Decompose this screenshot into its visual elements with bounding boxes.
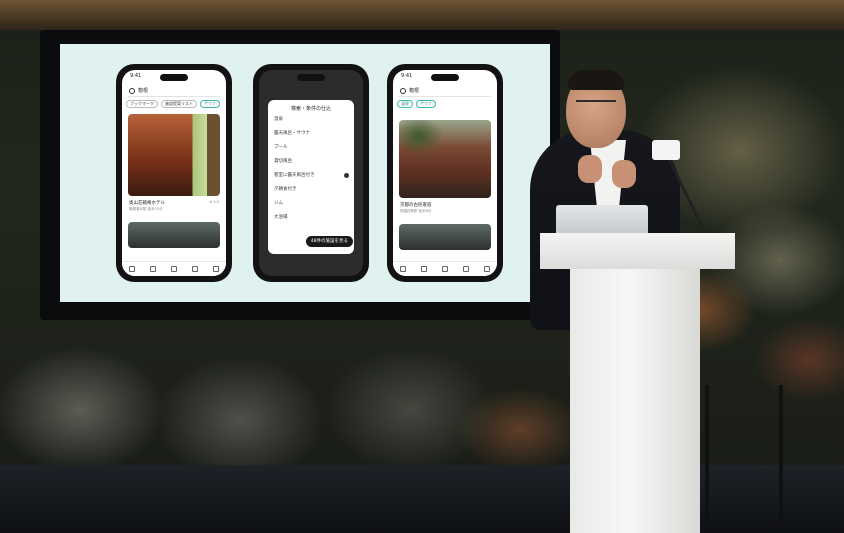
card-rating: ★ 4.5 — [209, 200, 219, 204]
phone-notch — [160, 74, 188, 81]
phone-notch — [297, 74, 325, 81]
status-time: 9:41 — [130, 73, 142, 79]
status-time: 9:41 — [401, 73, 413, 79]
tab-icon — [129, 266, 136, 272]
search-text: 箱根 — [138, 88, 149, 94]
tab-icon — [483, 266, 490, 272]
second-card-photo — [399, 224, 491, 250]
chip: ブックマーク — [126, 100, 158, 108]
filter-row: 夕朝食付き — [274, 187, 297, 192]
filter-row: 温泉 — [274, 117, 283, 122]
filter-row: 大浴場 — [274, 215, 288, 220]
phone-mockup-left: 9:41 箱根 ブックマーク 施設提案リスト サウナ 奥山荘箱根ホテル 箱根湯本… — [116, 64, 232, 282]
toggle-icon — [344, 173, 349, 178]
tab-icon — [421, 266, 428, 272]
tab-icon — [441, 266, 448, 272]
sheet-title: 検索・条件の仕込 — [290, 106, 331, 112]
filter-row: 露天風呂・サウナ — [274, 131, 310, 136]
microphone-icon — [652, 140, 680, 160]
card-title: 京都の古民家宿 — [400, 203, 432, 208]
chip-active: サウナ — [200, 100, 220, 108]
second-card-photo — [128, 222, 220, 248]
chip: 施設提案リスト — [161, 100, 197, 108]
filter-row: 貸切風呂 — [274, 159, 292, 164]
laptop — [556, 205, 648, 235]
search-text: 箱根 — [409, 88, 420, 94]
presentation-screen: 9:41 箱根 ブックマーク 施設提案リスト サウナ 奥山荘箱根ホテル 箱根湯本… — [60, 44, 550, 302]
phone-mockup-middle: 検索・条件の仕込 温泉 露天風呂・サウナ プール 貸切風呂 客室に露天風呂付き … — [253, 64, 369, 282]
wood-ceiling — [0, 0, 844, 30]
chip-active: サウナ — [416, 100, 436, 108]
tab-icon — [191, 266, 198, 272]
speaker-left-hand — [578, 155, 602, 183]
search-bar: 箱根 — [399, 86, 491, 97]
search-bar: 箱根 — [128, 86, 220, 97]
filter-row: プール — [274, 145, 288, 150]
sauna-room-photo — [128, 114, 220, 196]
speaker-right-hand — [612, 160, 636, 188]
tab-icon — [170, 266, 177, 272]
card-subtitle: 祇園四条駅 徒歩8分 — [400, 209, 432, 213]
phone-notch — [431, 74, 459, 81]
event-photo: 9:41 箱根 ブックマーク 施設提案リスト サウナ 奥山荘箱根ホテル 箱根湯本… — [0, 0, 844, 533]
guesthouse-photo — [399, 120, 491, 198]
phone-display: 検索・条件の仕込 温泉 露天風呂・サウナ プール 貸切風呂 客室に露天風呂付き … — [259, 70, 363, 276]
tab-icon — [150, 266, 157, 272]
filter-row: 客室に露天風呂付き — [274, 173, 315, 178]
phone-mockup-right: 9:41 箱根 温泉 サウナ 京都の古民家宿 祇園四条駅 徒歩8分 — [387, 64, 503, 282]
show-results-button: 48件の施設を見る — [305, 236, 353, 247]
phone-display: 9:41 箱根 ブックマーク 施設提案リスト サウナ 奥山荘箱根ホテル 箱根湯本… — [122, 70, 226, 276]
card-subtitle: 箱根湯本駅 徒歩10分 — [129, 207, 163, 211]
search-icon — [129, 88, 135, 94]
filter-sheet: 検索・条件の仕込 温泉 露天風呂・サウナ プール 貸切風呂 客室に露天風呂付き … — [268, 100, 354, 254]
filter-row: ジム — [274, 201, 283, 206]
phone-display: 9:41 箱根 温泉 サウナ 京都の古民家宿 祇園四条駅 徒歩8分 — [393, 70, 497, 276]
tab-bar — [393, 261, 497, 276]
chip-active: 温泉 — [397, 100, 413, 108]
tab-icon — [462, 266, 469, 272]
podium-top — [540, 233, 735, 269]
card-title: 奥山荘箱根ホテル — [129, 201, 165, 206]
filter-chips: ブックマーク 施設提案リスト サウナ — [126, 100, 222, 108]
tab-icon — [400, 266, 407, 272]
stool — [705, 385, 783, 525]
search-icon — [400, 88, 406, 94]
tab-bar — [122, 261, 226, 276]
glasses-icon — [576, 100, 616, 110]
speaker-hair — [568, 70, 624, 90]
filter-chips: 温泉 サウナ — [397, 100, 493, 108]
podium-stem — [570, 269, 700, 533]
tab-icon — [212, 266, 219, 272]
